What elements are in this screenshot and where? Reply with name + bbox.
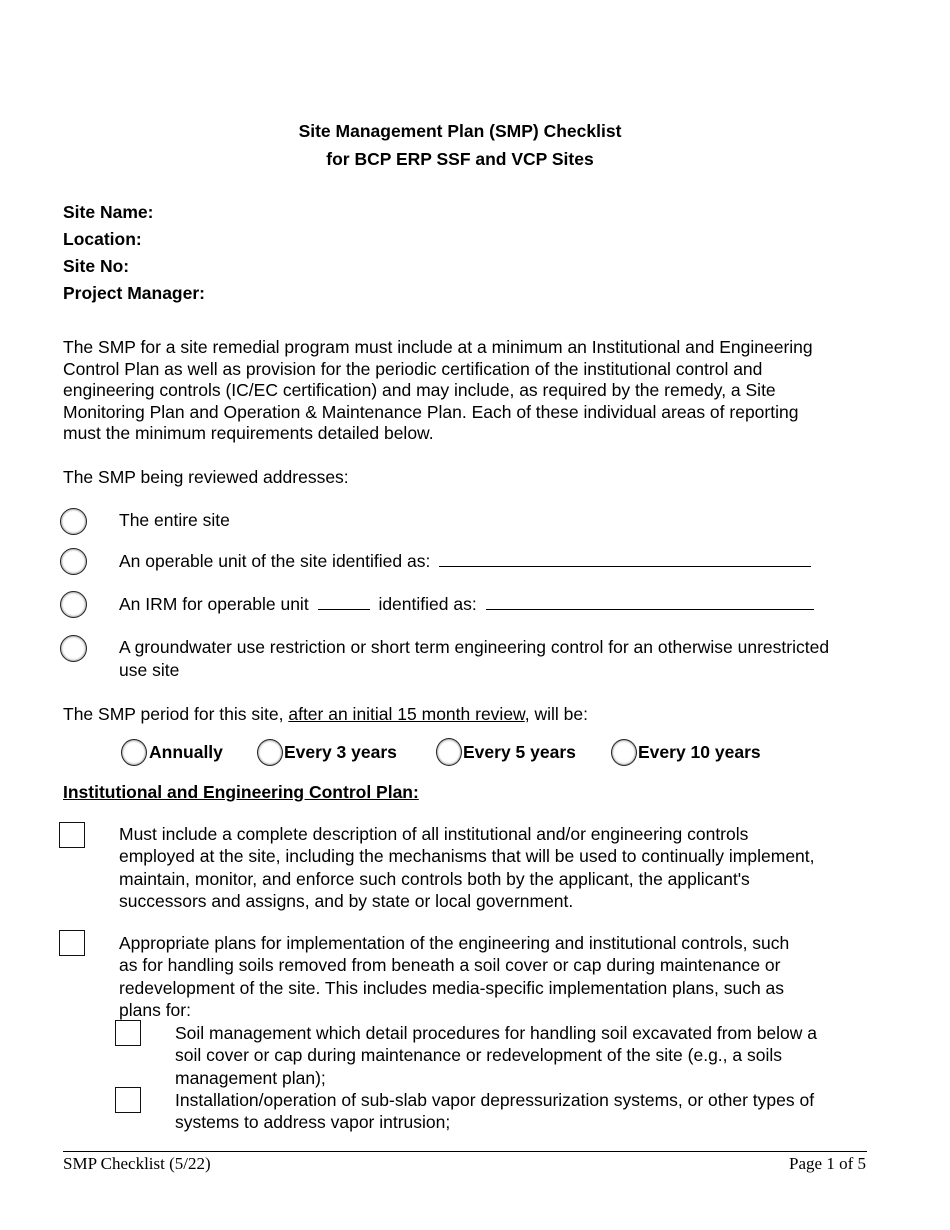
iec-item-line: successors and assigns, and by state or … [119,890,574,911]
period-radio-every-10-years[interactable] [611,739,637,766]
intro-line: engineering controls (IC/EC certificatio… [63,380,776,400]
iec-subitem-line: management plan); [175,1067,326,1088]
period-radio-every-5-years[interactable] [436,738,462,766]
iec-item-line: as for handling soils removed from benea… [119,955,781,976]
iec-subitem-vapor-checkbox[interactable] [115,1087,141,1113]
document-title-line1: Site Management Plan (SMP) Checklist [298,121,622,141]
footer-divider [63,1151,867,1152]
iec-subitem-line: systems to address vapor intrusion; [175,1112,451,1133]
irm-identified-input[interactable] [485,593,814,610]
iec-subitem-soil-management-checkbox[interactable] [115,1020,141,1046]
iec-item-line: Must include a complete description of a… [119,824,749,844]
iec-subitem-line: Installation/operation of sub-slab vapor… [175,1090,815,1110]
period-prompt-underlined: after an initial 15 month review [288,704,525,724]
site-name-label: Site Name: [63,202,154,222]
period-option-every-5-years-label: Every 5 years [463,742,576,762]
scope-radio-entire-site[interactable] [60,508,87,535]
iec-subitem-soil-management-text: Soil management which detail procedures … [175,1022,895,1089]
scope-option-irm: An IRM for operable unit identified as: [119,593,814,615]
period-radio-every-3-years[interactable] [257,739,283,766]
scope-option-irm-label-before: An IRM for operable unit [119,594,309,614]
scope-option-groundwater-line: A groundwater use restriction or short t… [119,637,830,657]
iec-item-line: Appropriate plans for implementation of … [119,933,790,953]
iec-item-line: plans for: [119,999,191,1020]
iec-item-2-text: Appropriate plans for implementation of … [119,932,899,1021]
scope-radio-groundwater[interactable] [60,635,87,662]
scope-radio-irm[interactable] [60,591,87,618]
scope-option-irm-label-after: identified as: [378,594,477,614]
period-option-annually-label: Annually [149,742,223,762]
period-radio-annually[interactable] [121,739,147,766]
iec-item-1-text: Must include a complete description of a… [119,823,899,912]
scope-option-groundwater: A groundwater use restriction or short t… [119,636,899,682]
intro-line: Monitoring Plan and Operation & Maintena… [63,401,799,422]
scope-option-groundwater-line: use site [119,660,180,680]
iec-item-line: employed at the site, including the mech… [119,846,815,867]
intro-paragraph: The SMP for a site remedial program must… [63,337,863,445]
iec-subitem-line: soil cover or cap during maintenance or … [175,1045,782,1066]
intro-line: Control Plan as well as provision for th… [63,358,763,379]
intro-line: must the minimum requirements detailed b… [63,423,434,443]
site-no-label: Site No: [63,256,130,276]
scope-radio-operable-unit[interactable] [60,548,87,575]
iec-subitem-vapor-text: Installation/operation of sub-slab vapor… [175,1089,895,1134]
scope-prompt: The SMP being reviewed addresses: [63,467,349,487]
document-title-line2: for BCP ERP SSF and VCP Sites [326,149,594,169]
footer-document-id: SMP Checklist (5/22) [63,1154,211,1173]
iec-item-line: redevelopment of the site. This includes… [119,977,785,998]
iec-item-1-checkbox[interactable] [59,822,85,848]
scope-option-entire-site-label: The entire site [119,510,230,530]
period-option-every-3-years-label: Every 3 years [284,742,397,762]
iec-item-2-checkbox[interactable] [59,930,85,956]
period-prompt: The SMP period for this site, after an i… [63,704,588,725]
iec-subitem-line: Soil management which detail procedures … [175,1023,818,1043]
iec-item-line: maintain, monitor, and enforce such cont… [119,868,750,889]
scope-option-operable-unit: An operable unit of the site identified … [119,550,812,572]
location-label: Location: [63,229,142,249]
project-manager-label: Project Manager: [63,283,205,303]
iec-section-heading: Institutional and Engineering Control Pl… [63,782,419,802]
operable-unit-input[interactable] [439,550,812,567]
intro-line: The SMP for a site remedial program must… [63,337,813,357]
irm-unit-input[interactable] [317,593,370,610]
period-prompt-before: The SMP period for this site, [63,704,284,724]
scope-option-operable-unit-label: An operable unit of the site identified … [119,551,431,571]
footer-page-number: Page 1 of 5 [789,1154,866,1173]
period-prompt-after: , will be: [524,704,588,724]
period-option-every-10-years-label: Every 10 years [638,742,761,762]
